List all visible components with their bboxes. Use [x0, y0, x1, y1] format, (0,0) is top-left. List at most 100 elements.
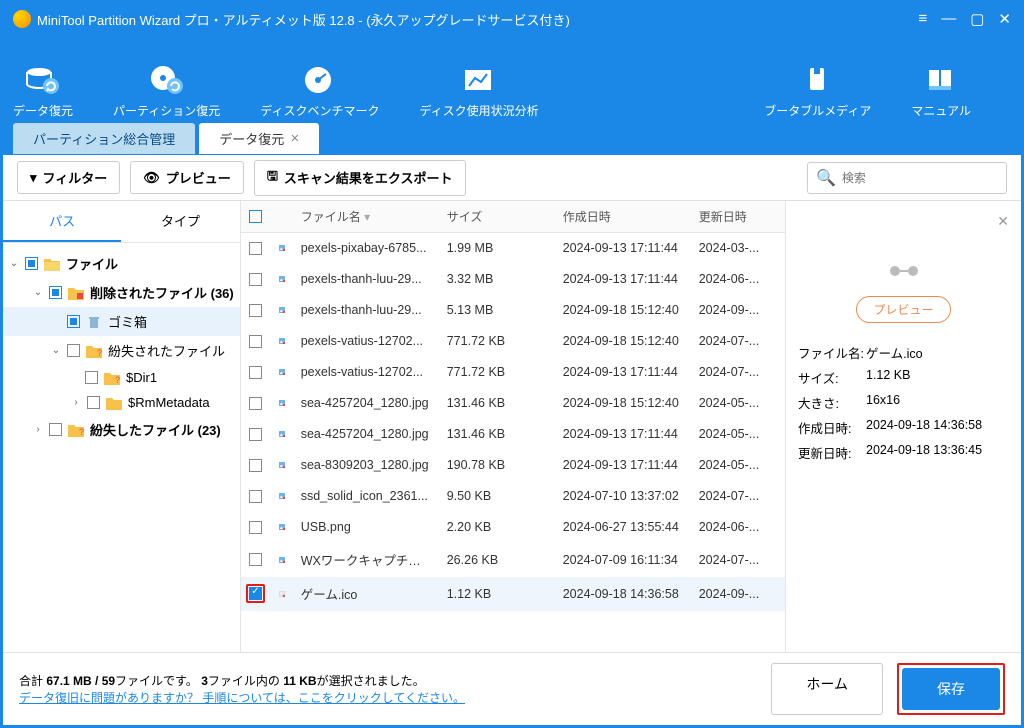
export-button[interactable]: 🖫スキャン結果をエクスポート	[254, 160, 466, 196]
checkbox-icon[interactable]	[85, 371, 98, 384]
content: パス タイプ ⌄ファイル ⌄削除されたファイル (36) ゴミ箱 ⌄?紛失された…	[3, 201, 1021, 652]
footer: 合計 67.1 MB / 59ファイルです。 3ファイル内の 11 KBが選択さ…	[3, 652, 1021, 725]
ribbon-data-recovery[interactable]: データ復元	[13, 64, 73, 119]
maximize-icon[interactable]: ▢	[970, 10, 984, 28]
side-tab-type[interactable]: タイプ	[121, 201, 239, 242]
col-name[interactable]: ファイル名 ▾	[293, 201, 439, 232]
col-size[interactable]: サイズ	[439, 201, 555, 232]
file-row[interactable]: pexels-thanh-luu-29...3.32 MB2024-09-13 …	[241, 264, 785, 295]
file-row[interactable]: pexels-vatius-12702...771.72 KB2024-09-1…	[241, 326, 785, 357]
tree-lost-file[interactable]: ›?紛失したファイル (23)	[3, 415, 240, 444]
tree-rmmeta[interactable]: ›$RmMetadata	[3, 390, 240, 415]
ribbon-disk-usage[interactable]: ディスク使用状況分析	[419, 64, 538, 119]
tab-close-icon[interactable]: ✕	[290, 132, 299, 145]
row-checkbox[interactable]	[249, 428, 262, 441]
side-panel: パス タイプ ⌄ファイル ⌄削除されたファイル (36) ゴミ箱 ⌄?紛失された…	[3, 201, 241, 652]
save-button[interactable]: 保存	[902, 668, 1000, 710]
ribbon-bootable-media[interactable]: ブータブルメディア	[764, 64, 871, 119]
row-checkbox[interactable]	[249, 366, 262, 379]
row-checkbox[interactable]	[249, 587, 262, 600]
chevron-right-icon[interactable]: ›	[71, 397, 81, 408]
file-row[interactable]: USB.png2.20 KB2024-06-27 13:55:442024-06…	[241, 512, 785, 543]
main-tabs: パーティション総合管理 データ復元✕	[3, 125, 1021, 155]
checkbox-icon[interactable]	[87, 396, 100, 409]
file-row[interactable]: ゲーム.ico1.12 KB2024-09-18 14:36:582024-09…	[241, 577, 785, 611]
row-checkbox[interactable]	[249, 459, 262, 472]
titlebar: MiniTool Partition Wizard プロ・アルティメット版 12…	[3, 3, 1021, 35]
file-row[interactable]: sea-8309203_1280.jpg190.78 KB2024-09-13 …	[241, 450, 785, 481]
chevron-down-icon[interactable]: ⌄	[9, 258, 19, 269]
file-rows: pexels-pixabay-6785...1.99 MB2024-09-13 …	[241, 233, 785, 652]
svg-text:?: ?	[115, 375, 120, 385]
checkbox-icon[interactable]	[49, 423, 62, 436]
file-metadata: ファイル名:ゲーム.ico サイズ:1.12 KB 大きさ:16x16 作成日時…	[798, 343, 1009, 462]
search-icon: 🔍	[816, 168, 836, 188]
select-all-checkbox[interactable]	[249, 210, 262, 223]
row-checkbox[interactable]	[249, 335, 262, 348]
footer-info: 合計 67.1 MB / 59ファイルです。 3ファイル内の 11 KBが選択さ…	[19, 672, 465, 706]
preview-placeholder: プレビュー	[798, 263, 1009, 323]
home-button[interactable]: ホーム	[771, 663, 883, 715]
tree-deleted[interactable]: ⌄削除されたファイル (36)	[3, 278, 240, 307]
col-created[interactable]: 作成日時	[555, 201, 691, 232]
file-row[interactable]: pexels-thanh-luu-29...5.13 MB2024-09-18 …	[241, 295, 785, 326]
toolbar: ▾フィルター 👁プレビュー 🖫スキャン結果をエクスポート 🔍	[3, 155, 1021, 201]
row-checkbox[interactable]	[249, 273, 262, 286]
ribbon-manual[interactable]: マニュアル	[911, 64, 971, 119]
folder-tree: ⌄ファイル ⌄削除されたファイル (36) ゴミ箱 ⌄?紛失されたファイル ?$…	[3, 243, 240, 652]
svg-text:?: ?	[97, 348, 102, 358]
app-logo-icon	[13, 10, 31, 28]
filter-icon: ▾	[30, 170, 37, 186]
preview-button[interactable]: 👁プレビュー	[130, 161, 244, 194]
row-checkbox[interactable]	[249, 521, 262, 534]
checkbox-icon[interactable]	[67, 315, 80, 328]
row-checkbox[interactable]	[249, 553, 262, 566]
file-row[interactable]: pexels-pixabay-6785...1.99 MB2024-09-13 …	[241, 233, 785, 264]
sort-icon: ▾	[364, 210, 370, 224]
ribbon: データ復元 パーティション復元 ディスクベンチマーク ディスク使用状況分析 ブー…	[3, 35, 1021, 125]
window-title: MiniTool Partition Wizard プロ・アルティメット版 12…	[37, 10, 570, 29]
chevron-down-icon[interactable]: ⌄	[51, 345, 61, 356]
file-row[interactable]: ssd_solid_icon_2361...9.50 KB2024-07-10 …	[241, 481, 785, 512]
row-checkbox[interactable]	[249, 242, 262, 255]
chevron-right-icon[interactable]: ›	[33, 424, 43, 435]
tree-file[interactable]: ⌄ファイル	[3, 249, 240, 278]
side-tabs: パス タイプ	[3, 201, 240, 243]
minimize-icon[interactable]: —	[941, 10, 956, 28]
chevron-down-icon[interactable]: ⌄	[33, 287, 43, 298]
file-row[interactable]: sea-4257204_1280.jpg131.46 KB2024-09-18 …	[241, 388, 785, 419]
checkbox-icon[interactable]	[49, 286, 62, 299]
preview-button-panel[interactable]: プレビュー	[856, 296, 950, 323]
tab-data-recovery[interactable]: データ復元✕	[199, 123, 319, 154]
details-close-icon[interactable]: ✕	[997, 213, 1009, 230]
details-panel: ✕ プレビュー ファイル名:ゲーム.ico サイズ:1.12 KB 大きさ:16…	[786, 201, 1021, 652]
close-icon[interactable]: ✕	[998, 10, 1011, 28]
row-checkbox[interactable]	[249, 397, 262, 410]
search-input[interactable]	[842, 171, 998, 185]
tab-partition-mgmt[interactable]: パーティション総合管理	[13, 123, 195, 154]
tree-dir1[interactable]: ?$Dir1	[3, 365, 240, 390]
file-list: ファイル名 ▾ サイズ 作成日時 更新日時 pexels-pixabay-678…	[241, 201, 786, 652]
file-row[interactable]: WXワークキャプチャ_17...26.26 KB2024-07-09 16:11…	[241, 543, 785, 577]
eye-icon: 👁	[143, 170, 160, 186]
row-checkbox[interactable]	[249, 304, 262, 317]
help-link[interactable]: データ復旧に問題がありますか？ 手順については、ここをクリックしてください。	[19, 691, 465, 705]
ribbon-partition-recovery[interactable]: パーティション復元	[113, 64, 220, 119]
file-row[interactable]: pexels-vatius-12702...771.72 KB2024-09-1…	[241, 357, 785, 388]
menu-icon[interactable]: ≡	[918, 10, 927, 28]
tree-recycle[interactable]: ゴミ箱	[3, 307, 240, 336]
checkbox-icon[interactable]	[67, 344, 80, 357]
tree-lost[interactable]: ⌄?紛失されたファイル	[3, 336, 240, 365]
ribbon-disk-benchmark[interactable]: ディスクベンチマーク	[260, 64, 379, 119]
col-modified[interactable]: 更新日時	[691, 201, 785, 232]
file-list-header: ファイル名 ▾ サイズ 作成日時 更新日時	[241, 201, 785, 233]
checkbox-icon[interactable]	[25, 257, 38, 270]
file-row[interactable]: sea-4257204_1280.jpg131.46 KB2024-09-13 …	[241, 419, 785, 450]
export-icon: 🖫	[267, 167, 278, 189]
search-box[interactable]: 🔍	[807, 162, 1007, 194]
row-checkbox[interactable]	[249, 490, 262, 503]
filter-button[interactable]: ▾フィルター	[17, 161, 120, 194]
window-controls: ≡ — ▢ ✕	[918, 10, 1011, 28]
svg-text:?: ?	[79, 427, 84, 437]
side-tab-path[interactable]: パス	[3, 201, 121, 242]
